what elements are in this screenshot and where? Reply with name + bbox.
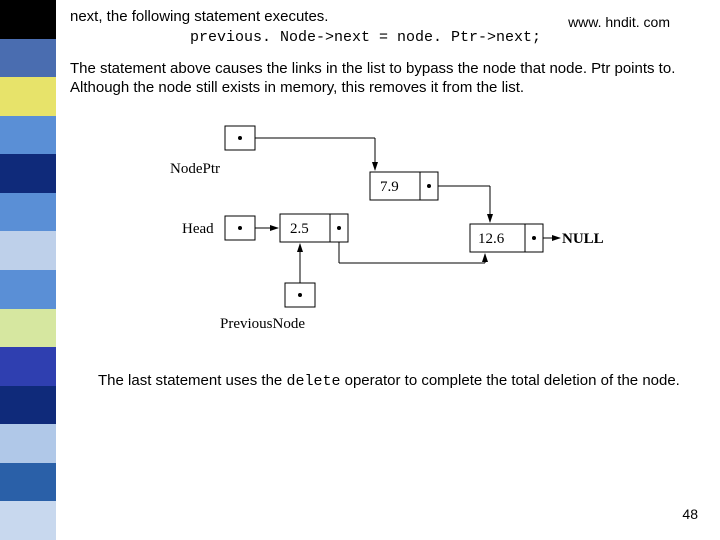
sidebar-stripe	[0, 116, 56, 155]
node-value-3: 12.6	[478, 231, 505, 247]
sidebar-stripe	[0, 386, 56, 425]
sidebar-stripe	[0, 424, 56, 463]
code-statement: previous. Node->next = node. Ptr->next;	[190, 29, 710, 46]
intro-line: next, the following statement executes.	[70, 8, 328, 25]
watermark-url: www. hndit. com	[568, 14, 670, 30]
sidebar-stripe	[0, 193, 56, 232]
sidebar-stripe	[0, 39, 56, 78]
slide-content: next, the following statement executes. …	[70, 0, 710, 391]
sidebar-stripe	[0, 0, 56, 39]
explanation-paragraph: The statement above causes the links in …	[70, 60, 710, 98]
page-number: 48	[682, 506, 698, 522]
node-value-1: 2.5	[290, 221, 309, 237]
node-value-2: 7.9	[380, 179, 399, 195]
sidebar-stripe	[0, 270, 56, 309]
closing-b: operator to complete the total deletion …	[340, 372, 679, 389]
sidebar-stripe	[0, 309, 56, 348]
decorative-sidebar	[0, 0, 56, 540]
sidebar-stripe	[0, 463, 56, 502]
sidebar-stripe	[0, 77, 56, 116]
delete-keyword: delete	[286, 373, 340, 390]
previousnode-label: PreviousNode	[220, 316, 305, 332]
head-label: Head	[182, 221, 214, 237]
sidebar-stripe	[0, 347, 56, 386]
closing-a: The last statement uses the	[98, 372, 286, 389]
diagram-svg: NodePtr Head 2.5 7.9 12.6	[130, 118, 630, 348]
linked-list-diagram: NodePtr Head 2.5 7.9 12.6	[130, 118, 710, 352]
sidebar-stripe	[0, 154, 56, 193]
nodeptr-label: NodePtr	[170, 161, 220, 177]
null-label: NULL	[562, 231, 604, 247]
sidebar-stripe	[0, 231, 56, 270]
closing-paragraph: The last statement uses the delete opera…	[98, 372, 710, 392]
sidebar-stripe	[0, 501, 56, 540]
